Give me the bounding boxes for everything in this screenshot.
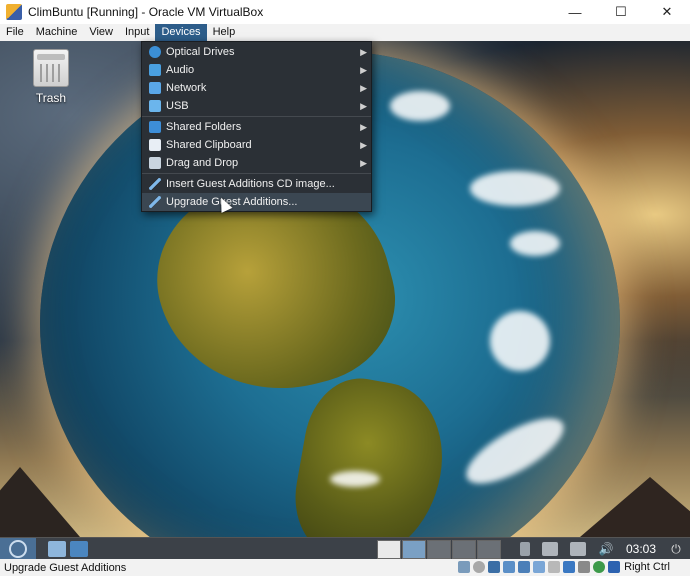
maximize-button[interactable]: ☐	[598, 0, 644, 24]
whisker-menu-button[interactable]	[0, 538, 36, 560]
status-message: Upgrade Guest Additions	[4, 561, 127, 574]
clipboard-icon	[149, 139, 161, 151]
audio-icon	[149, 64, 161, 76]
wallpaper-mountain	[580, 477, 690, 537]
submenu-arrow-icon: ▶	[360, 47, 367, 57]
mouse-integration-icon[interactable]	[593, 561, 605, 573]
guest-panel: 🔊 03:03 ⏻	[0, 537, 690, 560]
menu-item-upgrade-guest-additions[interactable]: Upgrade Guest Additions...	[142, 193, 371, 211]
wallpaper-cloud	[490, 311, 550, 371]
status-indicators	[455, 561, 620, 573]
close-button[interactable]: ✕	[644, 0, 690, 24]
menu-devices[interactable]: Devices	[155, 24, 207, 41]
panel-clock[interactable]: 03:03	[626, 542, 656, 556]
workspace-4[interactable]	[477, 540, 501, 559]
submenu-arrow-icon: ▶	[360, 101, 367, 111]
submenu-arrow-icon: ▶	[360, 158, 367, 168]
statusbar: Upgrade Guest Additions Right Ctrl	[0, 559, 690, 576]
network-icon	[149, 82, 161, 94]
hard-disk-icon[interactable]	[458, 561, 470, 573]
cpu-status-icon[interactable]	[578, 561, 590, 573]
shared-folders-status-icon[interactable]	[533, 561, 545, 573]
desktop-icon-trash[interactable]: Trash	[26, 49, 76, 105]
bluetooth-icon[interactable]	[519, 542, 530, 556]
recording-status-icon[interactable]	[563, 561, 575, 573]
wallpaper-cloud	[510, 231, 560, 256]
trash-icon	[33, 49, 69, 87]
menu-input[interactable]: Input	[119, 24, 155, 41]
menu-help[interactable]: Help	[207, 24, 242, 41]
optical-drive-icon[interactable]	[473, 561, 485, 573]
volume-icon[interactable]: 🔊	[598, 542, 614, 556]
menu-machine[interactable]: Machine	[30, 24, 84, 41]
audio-status-icon[interactable]	[488, 561, 500, 573]
wrench-icon	[149, 196, 161, 208]
menu-item-optical-drives[interactable]: Optical Drives ▶	[142, 43, 371, 61]
terminal-icon[interactable]	[70, 541, 88, 557]
submenu-arrow-icon: ▶	[360, 65, 367, 75]
workspace-3[interactable]	[452, 540, 476, 559]
wallpaper-cloud	[457, 406, 573, 496]
window-controls: — ☐ ✕	[552, 0, 690, 24]
menubar: File Machine View Input Devices Help	[0, 24, 690, 41]
workspace-1[interactable]	[402, 540, 426, 559]
wallpaper-cloud	[470, 171, 560, 206]
desktop-icon-label: Trash	[35, 91, 67, 105]
drag-drop-icon	[149, 157, 161, 169]
file-manager-icon[interactable]	[48, 541, 66, 557]
host-key-arrow-icon	[608, 561, 620, 573]
usb-icon	[149, 100, 161, 112]
power-icon[interactable]: ⏻	[668, 542, 684, 556]
menu-item-label: Network	[166, 82, 207, 94]
menu-item-label: Shared Folders	[166, 121, 242, 133]
wrench-icon	[149, 178, 161, 190]
submenu-arrow-icon: ▶	[360, 83, 367, 93]
menu-file[interactable]: File	[0, 24, 30, 41]
menu-item-label: Audio	[166, 64, 195, 76]
menu-item-shared-clipboard[interactable]: Shared Clipboard ▶	[142, 136, 371, 154]
menu-item-audio[interactable]: Audio ▶	[142, 61, 371, 79]
menu-item-label: Shared Clipboard	[166, 139, 252, 151]
menu-item-insert-guest-additions[interactable]: Insert Guest Additions CD image...	[142, 175, 371, 193]
shared-folder-icon	[149, 121, 161, 133]
menu-item-network[interactable]: Network ▶	[142, 79, 371, 97]
show-desktop-button[interactable]	[377, 540, 401, 559]
wallpaper-mountain	[0, 467, 80, 537]
system-tray: 🔊 03:03 ⏻	[514, 538, 690, 560]
virtualbox-app-icon	[6, 4, 22, 20]
wallpaper-cloud	[330, 471, 380, 487]
minimize-button[interactable]: —	[552, 0, 598, 24]
menu-item-label: USB	[166, 100, 189, 112]
window-title: ClimBuntu [Running] - Oracle VM VirtualB…	[28, 5, 264, 19]
menu-item-label: Optical Drives	[166, 46, 235, 58]
wallpaper-land	[285, 370, 455, 537]
submenu-arrow-icon: ▶	[360, 122, 367, 132]
menu-view[interactable]: View	[83, 24, 119, 41]
network-status-icon[interactable]	[503, 561, 515, 573]
host-key-label: Right Ctrl	[624, 561, 670, 573]
wallpaper-cloud	[390, 91, 450, 121]
workspace-switcher	[377, 540, 502, 559]
display-status-icon[interactable]	[548, 561, 560, 573]
usb-status-icon[interactable]	[518, 561, 530, 573]
menu-item-drag-and-drop[interactable]: Drag and Drop ▶	[142, 154, 371, 172]
start-menu-icon	[9, 540, 27, 558]
network-manager-icon[interactable]	[541, 542, 558, 556]
menu-item-label: Drag and Drop	[166, 157, 239, 169]
menu-item-label: Insert Guest Additions CD image...	[166, 178, 335, 190]
display-icon[interactable]	[569, 542, 586, 556]
menu-separator	[142, 116, 371, 117]
menu-item-usb[interactable]: USB ▶	[142, 97, 371, 115]
menu-separator	[142, 173, 371, 174]
submenu-arrow-icon: ▶	[360, 140, 367, 150]
window-titlebar: ClimBuntu [Running] - Oracle VM VirtualB…	[0, 0, 690, 24]
menu-item-shared-folders[interactable]: Shared Folders ▶	[142, 118, 371, 136]
optical-disc-icon	[149, 46, 161, 58]
devices-dropdown-menu: Optical Drives ▶ Audio ▶ Network ▶ USB ▶…	[141, 41, 372, 212]
workspace-2[interactable]	[427, 540, 451, 559]
